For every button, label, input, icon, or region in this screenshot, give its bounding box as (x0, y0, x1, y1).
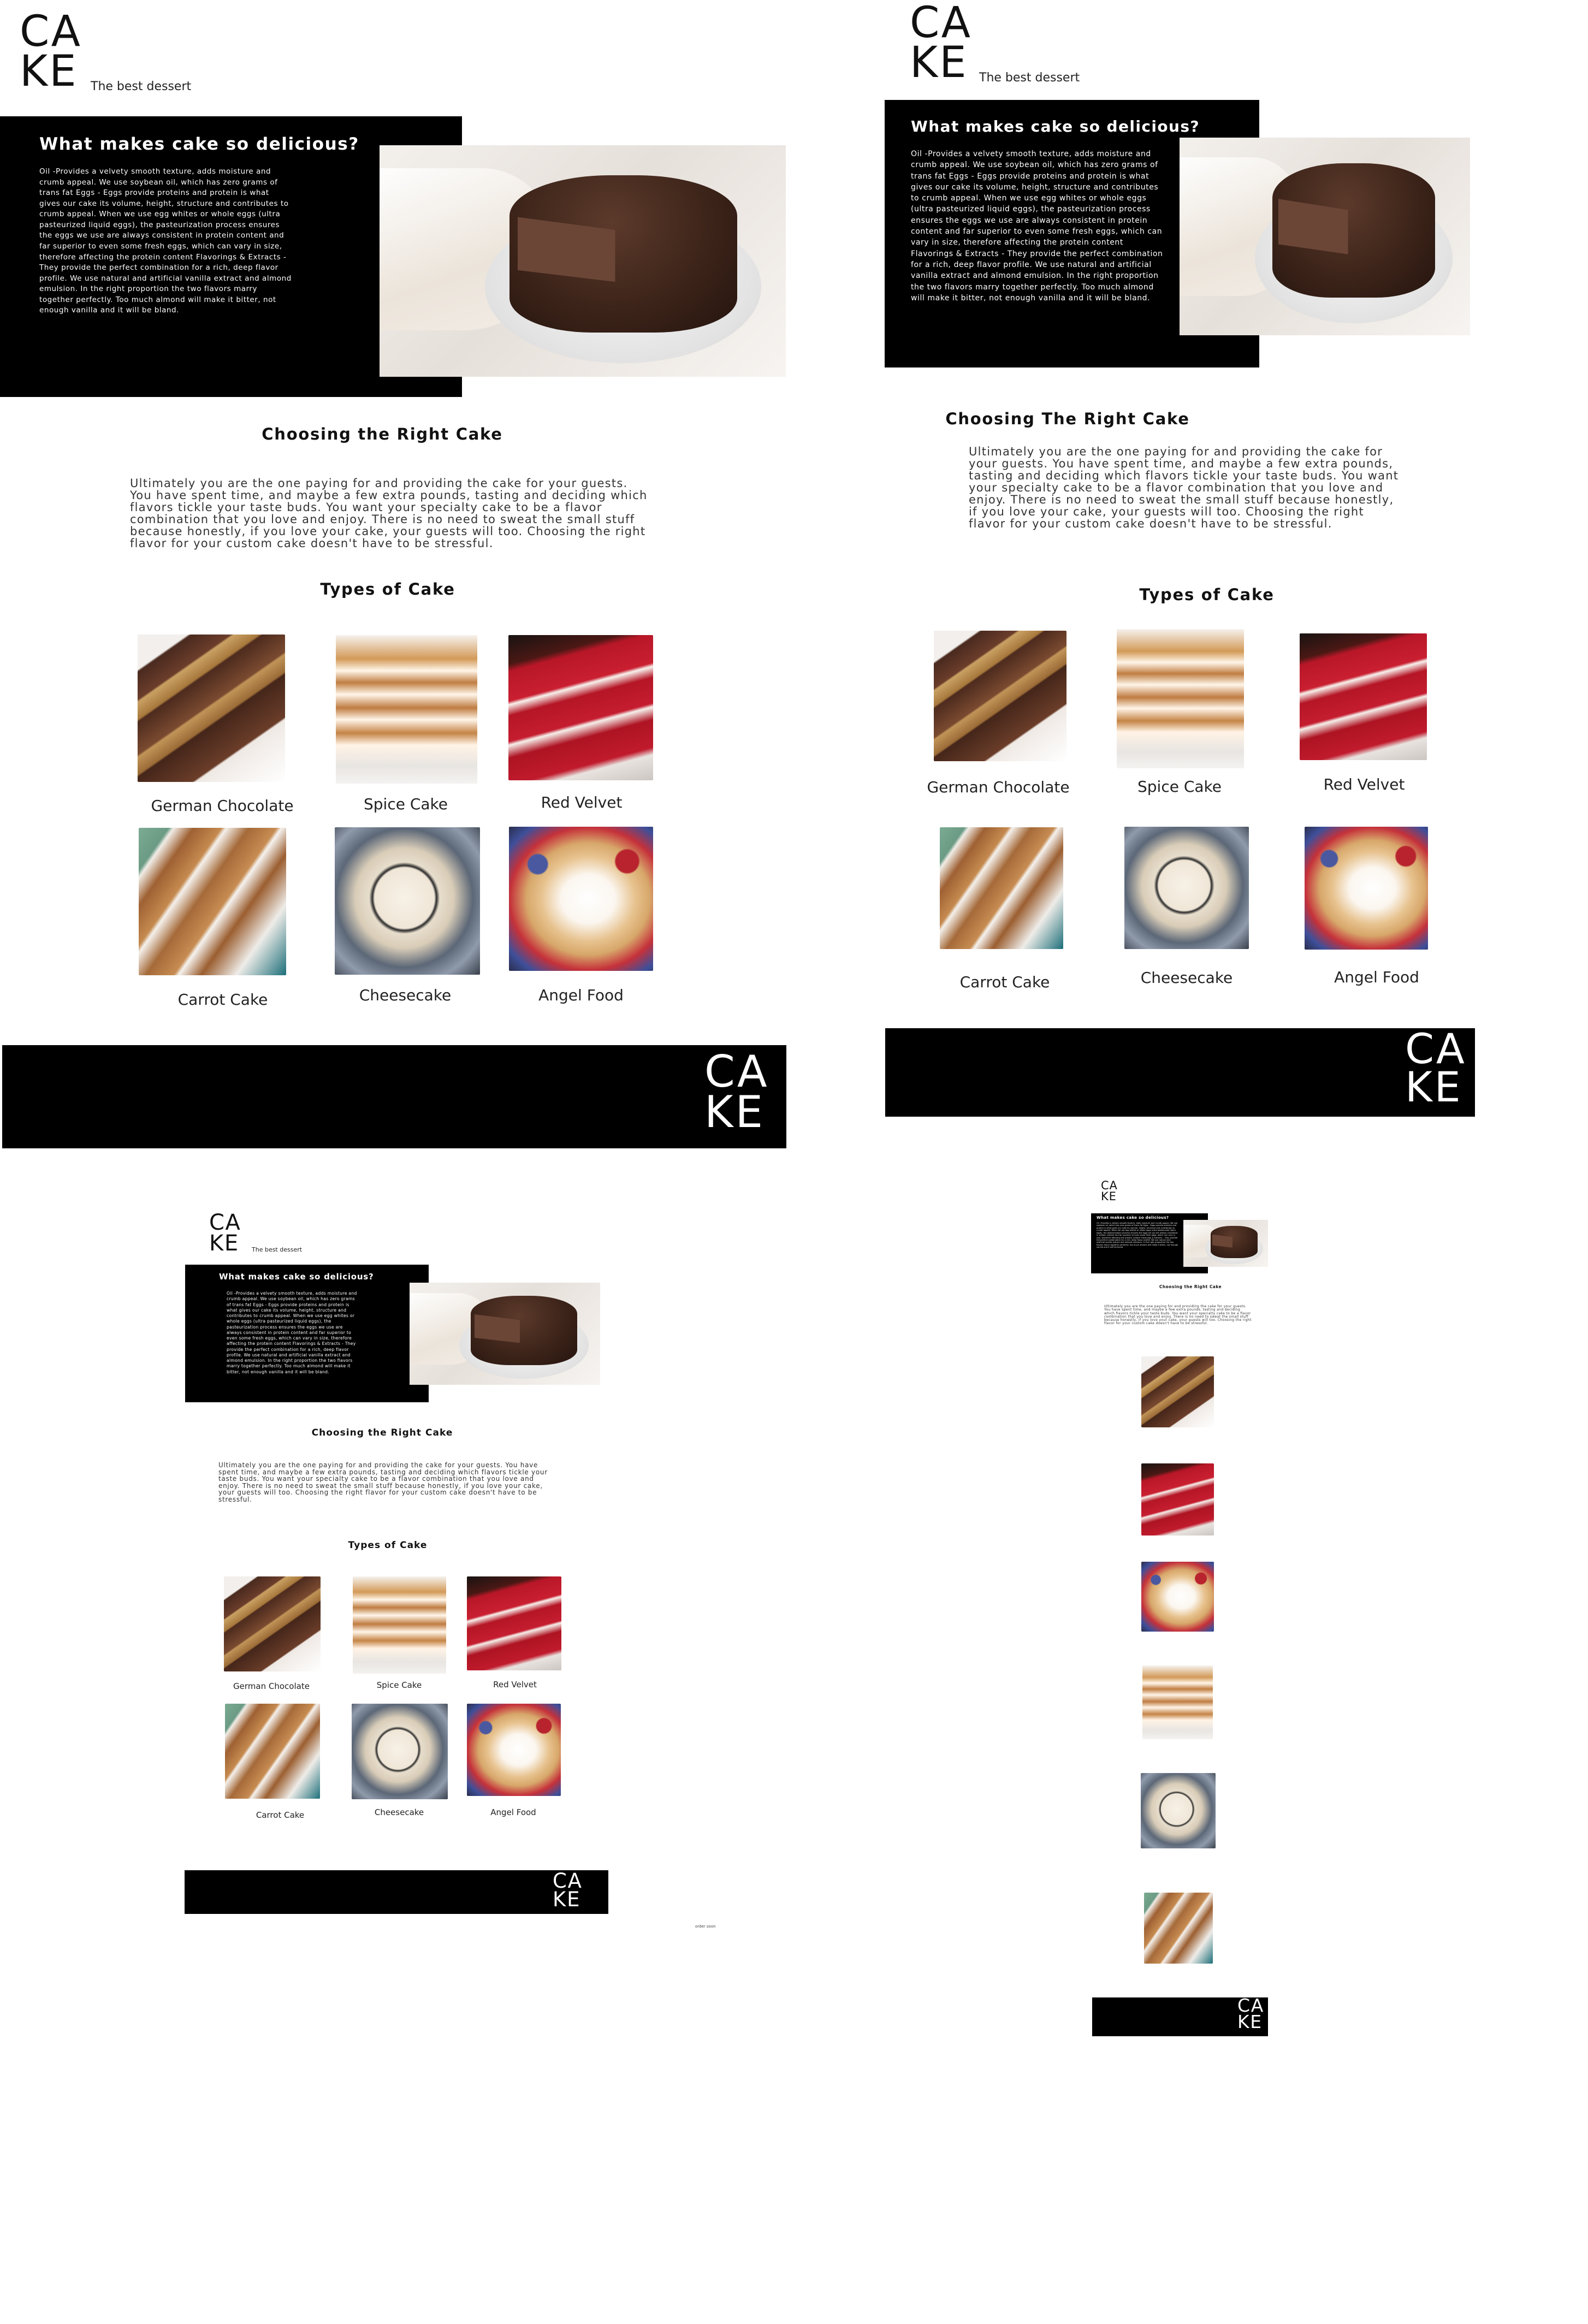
hero-title: What makes cake so delicious? (39, 134, 359, 154)
types-title: Types of Cake (320, 580, 455, 598)
spice-cake-caption[interactable]: Spice Cake (345, 1680, 454, 1690)
spice-cake-caption[interactable]: Spice Cake (1098, 778, 1261, 796)
site-logo[interactable]: CA KE (20, 7, 82, 97)
german-chocolate-cake-photo[interactable] (1141, 1356, 1214, 1427)
site-logo[interactable]: CA KE (1101, 1180, 1118, 1203)
choosing-body: Ultimately you are the one paying for an… (218, 1461, 548, 1503)
choosing-body: Ultimately you are the one paying for an… (969, 445, 1399, 531)
logo-top-line: CA (209, 1210, 241, 1235)
chocolate-cake-hero-image (410, 1283, 600, 1385)
german-chocolate-caption[interactable]: German Chocolate (916, 778, 1080, 796)
red-velvet-cake-photo[interactable] (1141, 1463, 1214, 1536)
footer-bar (185, 1870, 608, 1914)
logo-top-line: CA (910, 0, 973, 48)
cheesecake-caption[interactable]: Cheesecake (323, 986, 487, 1004)
choosing-title: Choosing the Right Cake (311, 1427, 453, 1438)
cheesecake-photo[interactable] (352, 1704, 448, 1799)
cheesecake-photo[interactable] (1124, 827, 1249, 949)
types-title: Types of Cake (1139, 585, 1275, 604)
angel-food-cake-photo[interactable] (467, 1704, 561, 1796)
choosing-title: Choosing The Right Cake (945, 410, 1190, 428)
german-chocolate-cake-photo[interactable] (138, 635, 285, 782)
site-tagline: The best dessert (252, 1246, 303, 1253)
choosing-body: Ultimately you are the one paying for an… (1104, 1305, 1252, 1326)
angel-food-caption[interactable]: Angel Food (499, 986, 663, 1004)
spice-cake-photo[interactable] (353, 1576, 446, 1674)
cheesecake-caption[interactable]: Cheesecake (345, 1807, 454, 1817)
site-tagline: The best dessert (91, 80, 192, 93)
choosing-title: Choosing the Right Cake (262, 425, 503, 443)
carrot-cake-caption[interactable]: Carrot Cake (141, 991, 305, 1009)
footer-logo[interactable]: CA KE (1237, 1996, 1264, 2033)
chocolate-cake-hero-image (380, 145, 786, 377)
carrot-cake-caption[interactable]: Carrot Cake (923, 973, 1087, 991)
hero-title: What makes cake so delicious? (1097, 1216, 1169, 1220)
logo-bottom-line: KE (20, 47, 78, 97)
footer-logo-bottom-line: KE (1405, 1062, 1463, 1111)
footer-logo[interactable]: CA KE (553, 1871, 583, 1912)
logo-top-line: CA (20, 7, 82, 56)
hero-body: Oil -Provides a velvety smooth texture, … (39, 167, 292, 315)
hero-title: What makes cake so delicious? (911, 117, 1200, 135)
angel-food-cake-photo[interactable] (509, 827, 653, 971)
spice-cake-caption[interactable]: Spice Cake (324, 795, 488, 813)
german-chocolate-cake-photo[interactable] (934, 631, 1066, 761)
site-logo[interactable]: CA KE (209, 1210, 241, 1256)
carrot-cake-photo[interactable] (139, 828, 286, 975)
footer-logo-bottom-line: KE (553, 1888, 581, 1912)
footer-logo[interactable]: CA KE (704, 1046, 769, 1137)
choosing-title: Choosing the Right Cake (1159, 1284, 1222, 1289)
carrot-cake-caption[interactable]: Carrot Cake (226, 1810, 335, 1820)
german-chocolate-caption[interactable]: German Chocolate (127, 797, 318, 815)
logo-bottom-line: KE (209, 1230, 239, 1256)
spice-cake-photo[interactable] (1142, 1665, 1213, 1739)
angel-food-cake-photo[interactable] (1141, 1562, 1214, 1632)
hero-body: Oil -Provides a velvety smooth texture, … (227, 1291, 357, 1374)
spice-cake-photo[interactable] (336, 635, 477, 784)
types-title: Types of Cake (348, 1540, 428, 1551)
layout-variant-mobile: CA KE What makes cake so delicious? Oil … (1065, 1174, 1393, 2048)
footer-logo-top-line: CA (704, 1046, 769, 1097)
footer-logo[interactable]: CA KE (1405, 1028, 1467, 1111)
choosing-body: Ultimately you are the one paying for an… (130, 477, 648, 550)
layout-variant-desktop-b: CA KE The best dessert What makes cake s… (792, 0, 1588, 1152)
logo-bottom-line: KE (1101, 1189, 1117, 1203)
carrot-cake-photo[interactable] (225, 1704, 320, 1799)
angel-food-cake-photo[interactable] (1305, 827, 1428, 950)
red-velvet-caption[interactable]: Red Velvet (460, 1680, 570, 1689)
hero-title: What makes cake so delicious? (219, 1272, 374, 1282)
footer-logo-bottom-line: KE (1237, 2011, 1263, 2033)
layout-variant-tablet: CA KE The best dessert What makes cake s… (164, 1201, 765, 1955)
red-velvet-caption[interactable]: Red Velvet (500, 793, 663, 811)
carrot-cake-photo[interactable] (1144, 1893, 1213, 1964)
angel-food-caption[interactable]: Angel Food (459, 1807, 568, 1817)
spice-cake-photo[interactable] (1117, 629, 1244, 768)
cheesecake-photo[interactable] (1141, 1773, 1216, 1848)
red-velvet-caption[interactable]: Red Velvet (1282, 775, 1446, 793)
cheesecake-photo[interactable] (335, 827, 480, 975)
logo-bottom-line: KE (910, 38, 968, 88)
red-velvet-cake-photo[interactable] (508, 635, 653, 780)
red-velvet-cake-photo[interactable] (467, 1576, 561, 1670)
german-chocolate-caption[interactable]: German Chocolate (217, 1681, 326, 1691)
red-velvet-cake-photo[interactable] (1300, 633, 1427, 760)
small-note: order soon (695, 1924, 716, 1929)
chocolate-cake-hero-image (1180, 138, 1470, 335)
cheesecake-caption[interactable]: Cheesecake (1105, 969, 1269, 987)
angel-food-caption[interactable]: Angel Food (1295, 968, 1459, 986)
german-chocolate-cake-photo[interactable] (224, 1576, 321, 1671)
layout-variant-desktop-a: CA KE The best dessert What makes cake s… (0, 0, 792, 1152)
site-tagline: The best dessert (979, 71, 1080, 85)
footer-bar (885, 1028, 1475, 1117)
hero-body: Oil -Provides a velvety smooth texture, … (1097, 1222, 1178, 1249)
chocolate-cake-hero-image (1183, 1220, 1268, 1267)
site-logo[interactable]: CA KE (910, 0, 973, 88)
carrot-cake-photo[interactable] (940, 827, 1063, 949)
hero-body: Oil -Provides a velvety smooth texture, … (911, 150, 1163, 303)
footer-logo-bottom-line: KE (704, 1086, 766, 1137)
footer-bar (2, 1045, 786, 1148)
